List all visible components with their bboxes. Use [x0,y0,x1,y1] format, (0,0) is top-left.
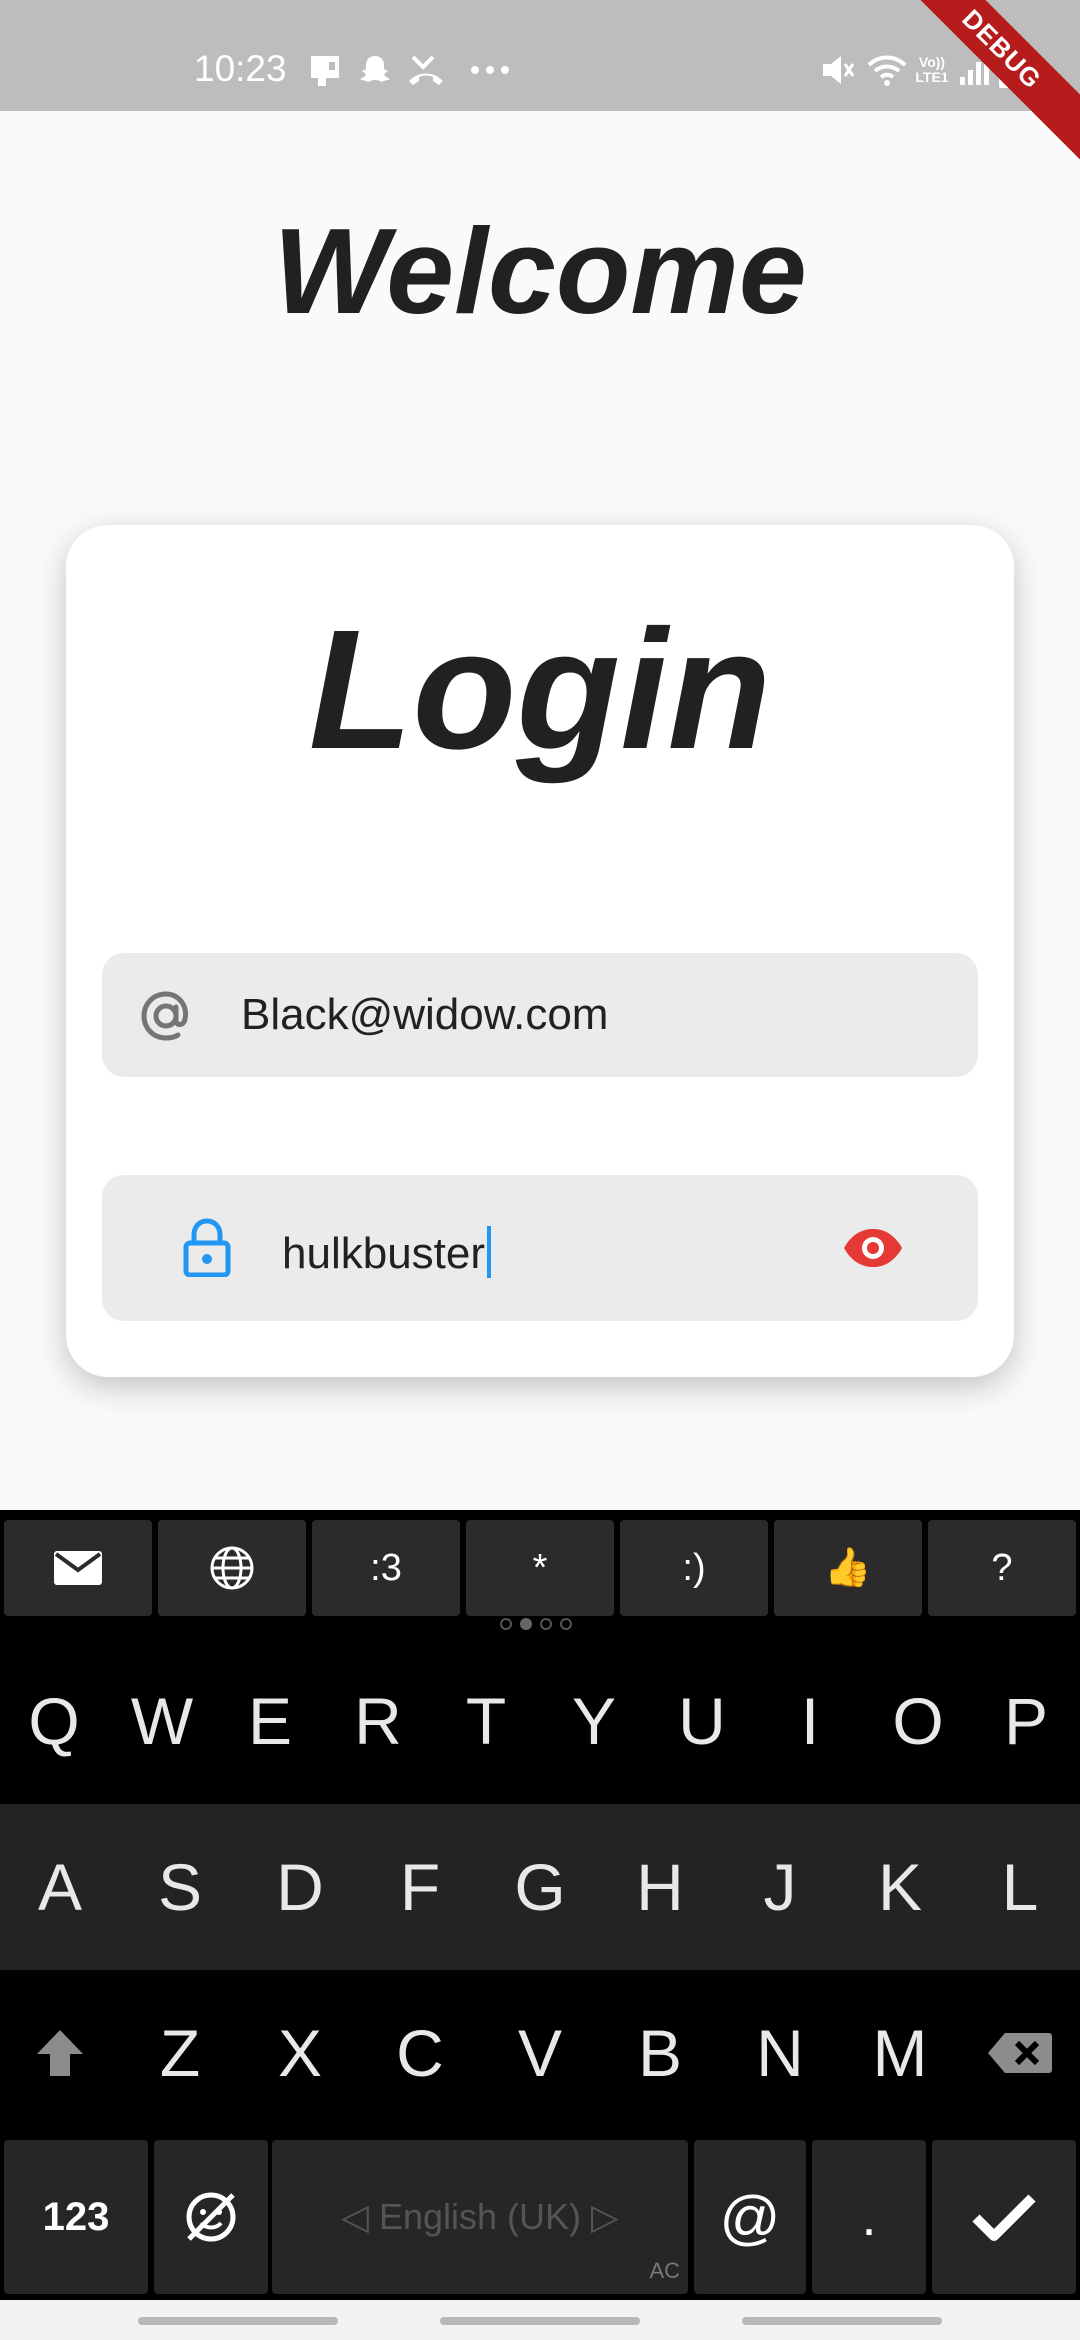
emoji-off-icon[interactable] [154,2140,268,2294]
globe-icon[interactable] [158,1520,306,1616]
key-a[interactable]: A [0,1804,120,1970]
text-caret [487,1226,492,1278]
key-i[interactable]: I [756,1638,864,1804]
numbers-key[interactable]: 123 [4,2140,148,2294]
login-title: Login [308,595,772,785]
nav-handle[interactable] [440,2317,640,2325]
at-key[interactable]: @ [694,2140,806,2294]
key-row-bottom: 123 ◁ English (UK) ▷ AC @ . [0,2140,1080,2300]
key-b[interactable]: B [600,1970,720,2136]
login-card: Login Black@widow.com hulkbuster [66,525,1014,1377]
key-row-1: Q W E R T Y U I O P [0,1638,1080,1804]
autocorrect-badge: AC [649,2258,680,2283]
mute-icon [818,50,856,90]
eye-icon[interactable] [842,1227,904,1269]
welcome-title: Welcome [273,203,807,339]
key-d[interactable]: D [240,1804,360,1970]
volte-icon: Vo)) LTE1 [912,50,952,90]
mail-icon[interactable] [4,1520,152,1616]
key-e[interactable]: E [216,1638,324,1804]
suggestion-key[interactable]: :) [620,1520,768,1616]
space-label: ◁ English (UK) ▷ [341,2196,619,2237]
key-n[interactable]: N [720,1970,840,2136]
key-h[interactable]: H [600,1804,720,1970]
more-icon [468,50,512,90]
status-time: 10:23 [194,48,287,89]
at-icon [137,987,195,1045]
key-o[interactable]: O [864,1638,972,1804]
key-p[interactable]: P [972,1638,1080,1804]
keyboard: :3 * :) 👍 ? Q W E R T Y U I O P A S D F … [0,1510,1080,2340]
key-m[interactable]: M [840,1970,960,2136]
key-t[interactable]: T [432,1638,540,1804]
notification-icon [308,50,344,90]
key-j[interactable]: J [720,1804,840,1970]
key-row-3: Z X C V B N M [0,1970,1080,2136]
email-value: Black@widow.com [241,990,609,1039]
key-g[interactable]: G [480,1804,600,1970]
lock-icon [182,1217,232,1278]
key-v[interactable]: V [480,1970,600,2136]
password-field[interactable]: hulkbuster [102,1175,978,1321]
key-z[interactable]: Z [120,1970,240,2136]
key-f[interactable]: F [360,1804,480,1970]
backspace-icon[interactable] [960,1970,1080,2136]
password-value: hulkbuster [282,1229,486,1278]
suggestion-key[interactable]: 👍 [774,1520,922,1616]
space-key[interactable]: ◁ English (UK) ▷ AC [272,2140,688,2294]
key-w[interactable]: W [108,1638,216,1804]
suggestion-key[interactable]: :3 [312,1520,460,1616]
suggestion-key[interactable]: ? [928,1520,1076,1616]
key-row-2: A S D F G H J K L [0,1804,1080,1970]
key-r[interactable]: R [324,1638,432,1804]
key-q[interactable]: Q [0,1638,108,1804]
suggestion-row: :3 * :) 👍 ? [0,1510,1080,1630]
key-x[interactable]: X [240,1970,360,2136]
suggestion-key[interactable]: * [466,1520,614,1616]
key-c[interactable]: C [360,1970,480,2136]
key-s[interactable]: S [120,1804,240,1970]
screen: 10:23 Vo)) LTE1 DEBUG Welcome Login Blac… [0,0,1080,2340]
key-k[interactable]: K [840,1804,960,1970]
nav-handle[interactable] [742,2317,942,2325]
snapchat-icon [357,50,393,90]
wifi-icon [866,50,908,90]
key-y[interactable]: Y [540,1638,648,1804]
key-l[interactable]: L [960,1804,1080,1970]
status-bar: 10:23 Vo)) LTE1 DEBUG [0,0,1080,165]
checkmark-icon[interactable] [932,2140,1076,2294]
nav-handle[interactable] [138,2317,338,2325]
shift-icon[interactable] [0,1970,120,2136]
period-key[interactable]: . [812,2140,926,2294]
password-input[interactable]: hulkbuster [282,1226,492,1278]
email-field[interactable]: Black@widow.com [102,953,978,1077]
volte-label: Vo)) LTE1 [915,54,949,85]
missed-call-icon [406,50,446,90]
navigation-bar [0,2300,1080,2340]
page-indicator [500,1618,572,1630]
key-u[interactable]: U [648,1638,756,1804]
